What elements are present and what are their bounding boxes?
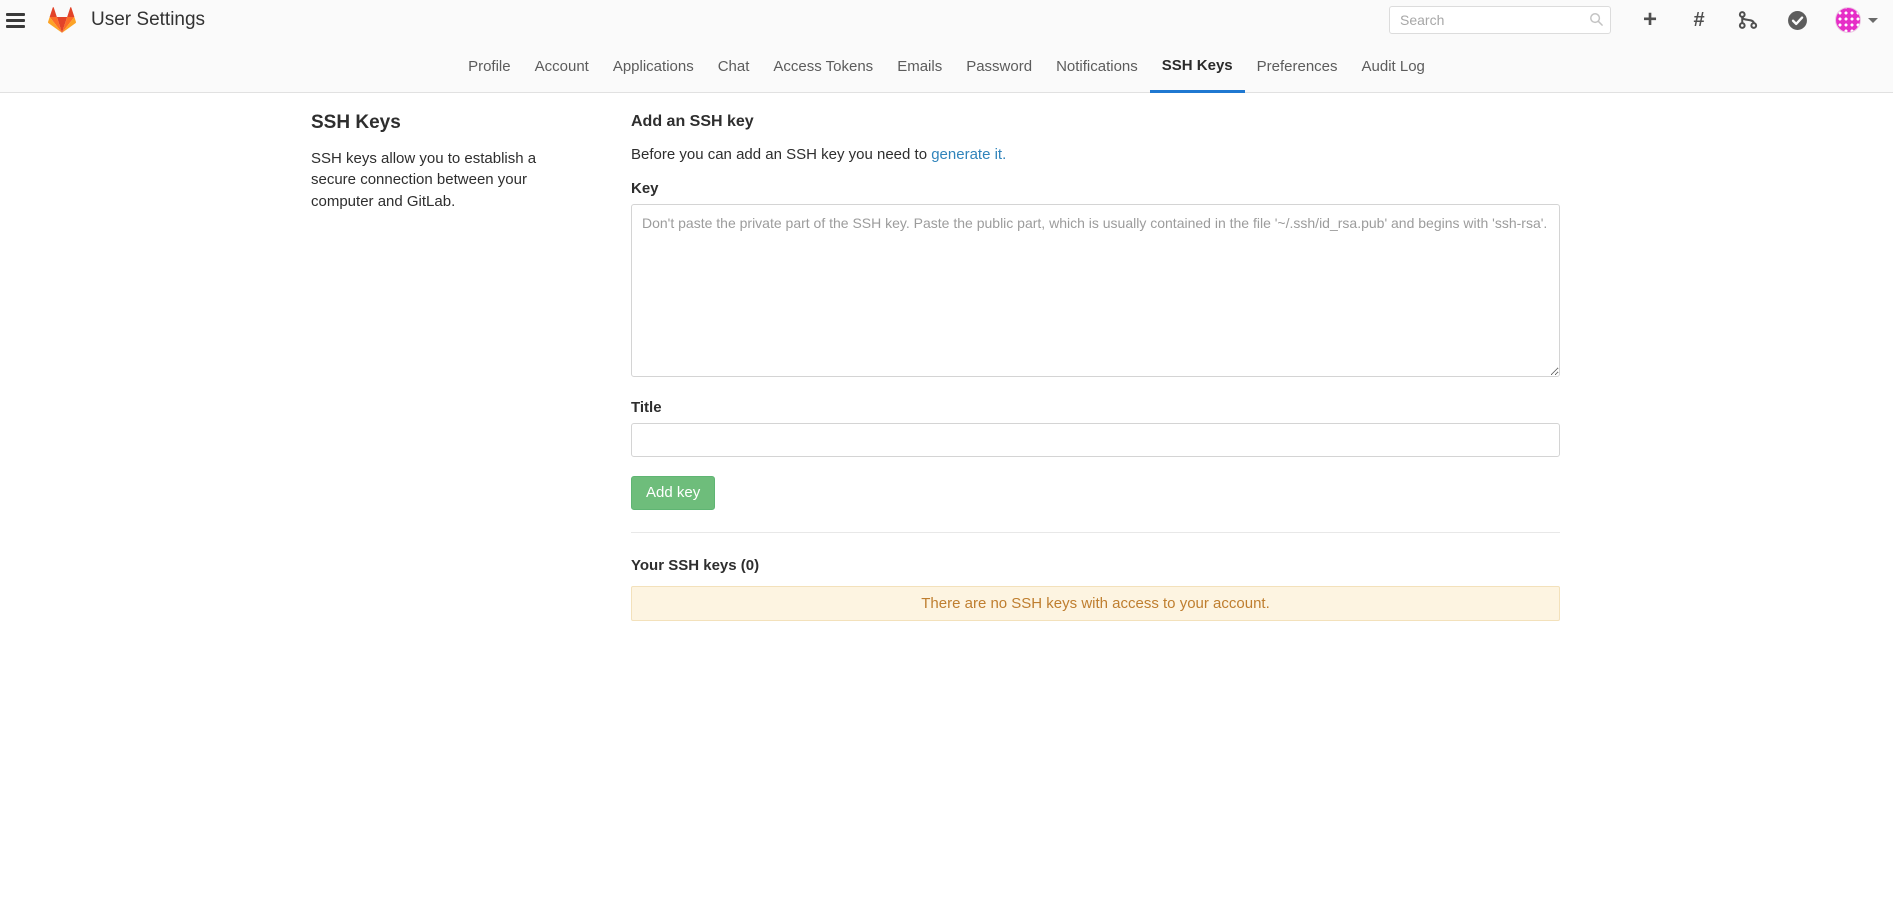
generate-key-hint-text: Before you can add an SSH key you need t… — [631, 146, 927, 163]
key-textarea[interactable] — [631, 204, 1560, 377]
page-title: User Settings — [91, 9, 205, 31]
section-main: Add an SSH key Before you can add an SSH… — [631, 112, 1560, 621]
tab-notifications[interactable]: Notifications — [1044, 40, 1150, 93]
settings-tabs: Profile Account Applications Chat Access… — [0, 40, 1893, 92]
tab-audit-log[interactable]: Audit Log — [1350, 40, 1437, 93]
tab-ssh-keys[interactable]: SSH Keys — [1150, 40, 1245, 93]
top-chrome: User Settings + # — [0, 0, 1893, 93]
activity-hash-icon[interactable]: # — [1688, 9, 1710, 31]
header-nav-icons: + # — [1639, 9, 1808, 31]
tab-account[interactable]: Account — [523, 40, 601, 93]
tab-applications[interactable]: Applications — [601, 40, 706, 93]
chevron-down-icon — [1868, 18, 1878, 23]
todos-check-circle-icon[interactable] — [1786, 9, 1808, 31]
gitlab-logo-icon[interactable] — [48, 7, 76, 33]
generate-it-link[interactable]: generate it. — [931, 146, 1006, 163]
empty-keys-warning: There are no SSH keys with access to you… — [631, 586, 1560, 621]
add-key-button[interactable]: Add key — [631, 476, 715, 510]
hamburger-menu-icon[interactable] — [6, 7, 32, 33]
tab-password[interactable]: Password — [954, 40, 1044, 93]
header-right: + # — [1389, 6, 1878, 34]
add-ssh-key-heading: Add an SSH key — [631, 113, 1560, 131]
generate-key-hint: Before you can add an SSH key you need t… — [631, 146, 1560, 163]
merge-requests-icon[interactable] — [1737, 9, 1759, 31]
key-label: Key — [631, 180, 1560, 197]
tab-access-tokens[interactable]: Access Tokens — [761, 40, 885, 93]
tab-preferences[interactable]: Preferences — [1245, 40, 1350, 93]
user-menu[interactable] — [1835, 7, 1878, 33]
section-divider — [631, 532, 1560, 533]
key-form-group: Key — [631, 180, 1560, 377]
tab-chat[interactable]: Chat — [706, 40, 762, 93]
content: SSH Keys SSH keys allow you to establish… — [0, 93, 1893, 621]
tab-emails[interactable]: Emails — [885, 40, 954, 93]
new-item-plus-icon[interactable]: + — [1639, 9, 1661, 31]
section-sidebar: SSH Keys SSH keys allow you to establish… — [311, 112, 631, 621]
title-form-group: Title — [631, 399, 1560, 457]
title-label: Title — [631, 399, 1560, 416]
your-ssh-keys-heading: Your SSH keys (0) — [631, 557, 1560, 574]
tab-profile[interactable]: Profile — [456, 40, 523, 93]
search-box — [1389, 6, 1611, 34]
ssh-keys-description: SSH keys allow you to establish a secure… — [311, 148, 573, 212]
search-input[interactable] — [1389, 6, 1611, 34]
header: User Settings + # — [0, 0, 1893, 40]
title-input[interactable] — [631, 423, 1560, 457]
user-avatar[interactable] — [1835, 7, 1861, 33]
search-icon — [1589, 12, 1604, 27]
ssh-keys-heading: SSH Keys — [311, 112, 601, 134]
